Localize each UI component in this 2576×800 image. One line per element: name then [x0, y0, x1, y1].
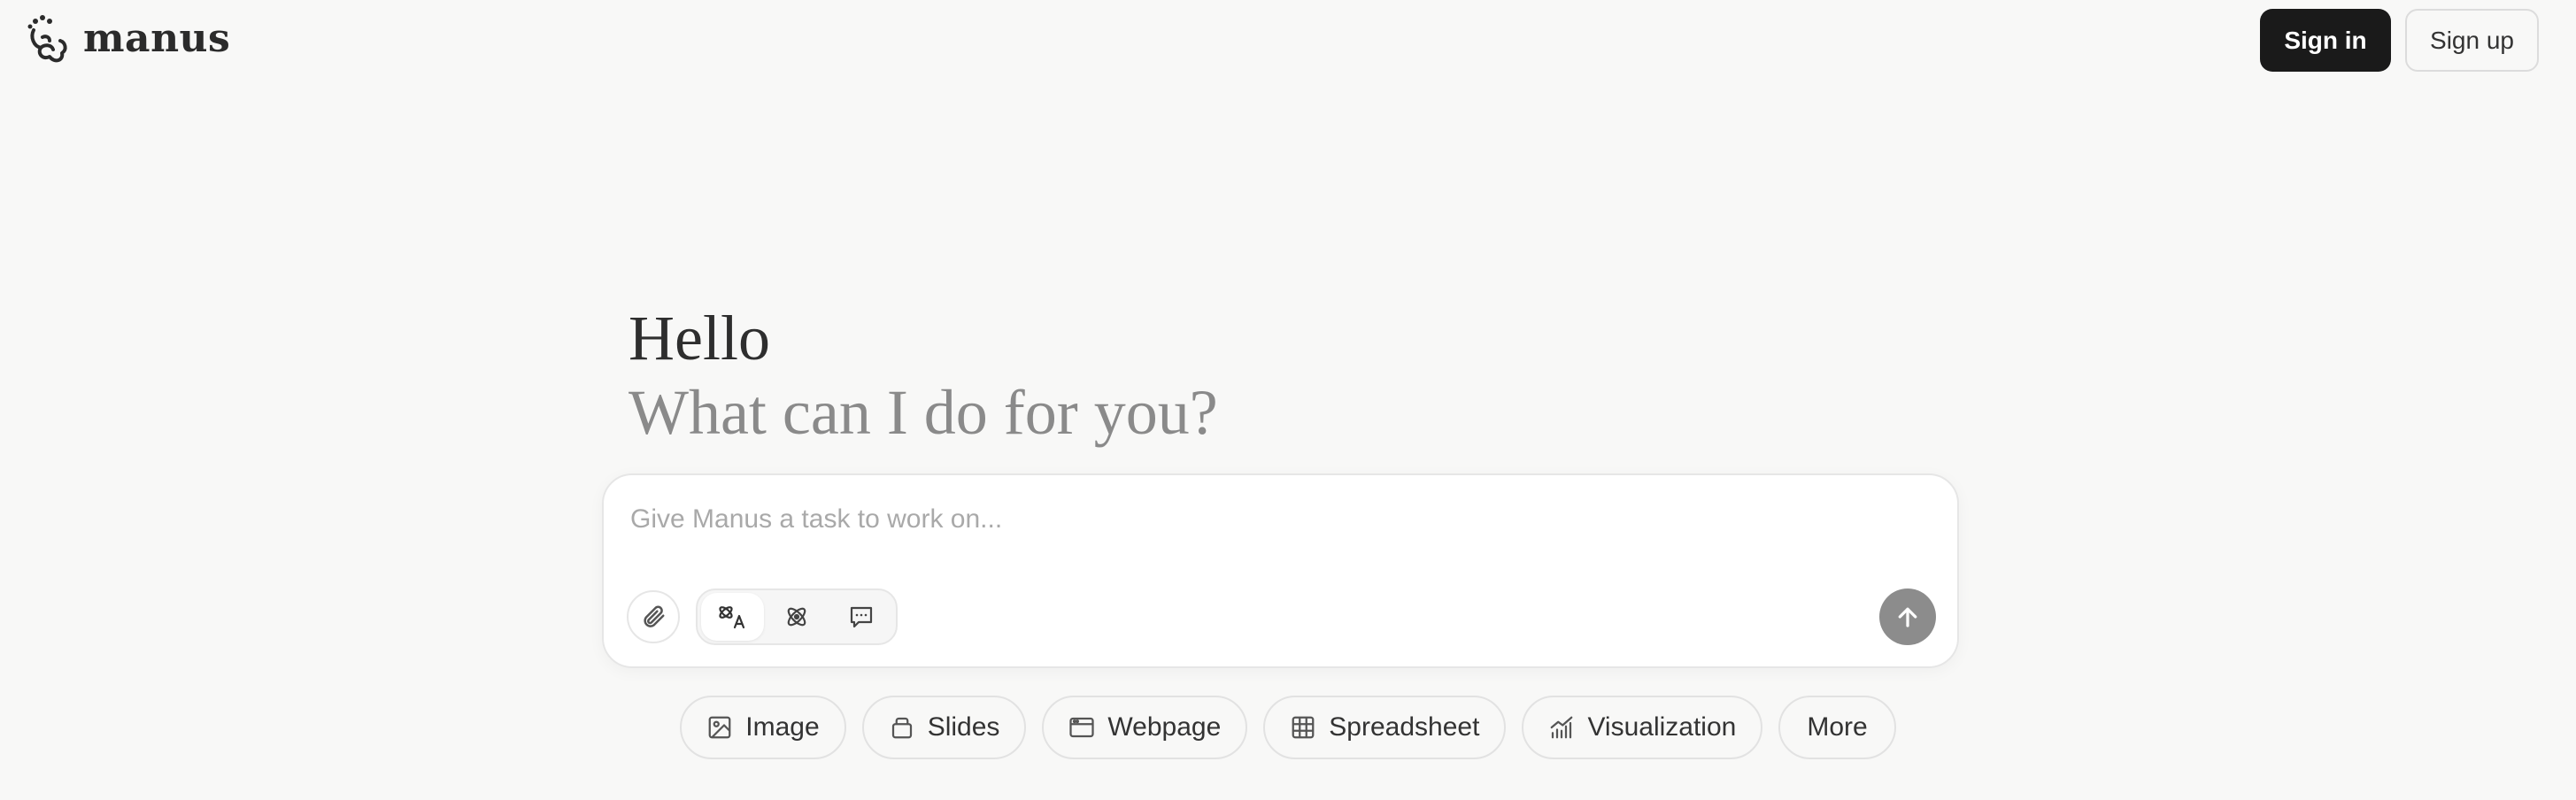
manus-logo-icon [27, 15, 67, 63]
brand-wordmark: manus [83, 15, 231, 61]
chip-more[interactable]: More [1778, 696, 1896, 759]
brand[interactable]: manus [25, 12, 230, 67]
chip-label: Webpage [1107, 712, 1222, 742]
sign-in-button[interactable]: Sign in [2260, 9, 2391, 72]
auth-buttons: Sign in Sign up [2260, 9, 2539, 72]
send-button[interactable] [1879, 588, 1936, 645]
greeting-hello: Hello [629, 303, 770, 373]
webpage-icon [1069, 717, 1095, 738]
chip-label: Image [745, 712, 820, 742]
greeting: Hello What can I do for you? [629, 299, 1218, 448]
agent-mode-button[interactable] [701, 593, 764, 641]
arrow-up-icon [1898, 607, 1917, 627]
chip-webpage[interactable]: Webpage [1042, 696, 1248, 759]
attach-button[interactable] [627, 590, 680, 643]
slides-icon [891, 717, 912, 739]
chat-mode-button[interactable] [829, 593, 892, 641]
task-composer [602, 473, 1959, 668]
chip-slides[interactable]: Slides [861, 696, 1027, 759]
task-input[interactable] [630, 502, 1693, 537]
chip-label: Spreadsheet [1329, 712, 1480, 742]
sign-up-button[interactable]: Sign up [2405, 9, 2539, 72]
atom-mode-icon [787, 607, 806, 627]
chip-spreadsheet[interactable]: Spreadsheet [1263, 696, 1507, 759]
chip-label: Visualization [1587, 712, 1737, 742]
chat-mode-icon [850, 606, 872, 628]
atom-mode-button[interactable] [766, 593, 829, 641]
suggestion-chips: Image Slides Webpage Spreadsheet Visuali… [0, 696, 2576, 759]
agent-mode-icon [719, 606, 745, 629]
chip-image[interactable]: Image [680, 696, 846, 759]
visualization-icon [1551, 716, 1573, 739]
mode-selector [696, 588, 898, 645]
chip-label: Slides [927, 712, 1000, 742]
chip-visualization[interactable]: Visualization [1522, 696, 1763, 759]
chip-label: More [1807, 712, 1868, 742]
paperclip-icon [644, 605, 665, 627]
greeting-question: What can I do for you? [629, 377, 1218, 448]
image-icon [708, 716, 731, 739]
spreadsheet-icon [1292, 716, 1315, 739]
